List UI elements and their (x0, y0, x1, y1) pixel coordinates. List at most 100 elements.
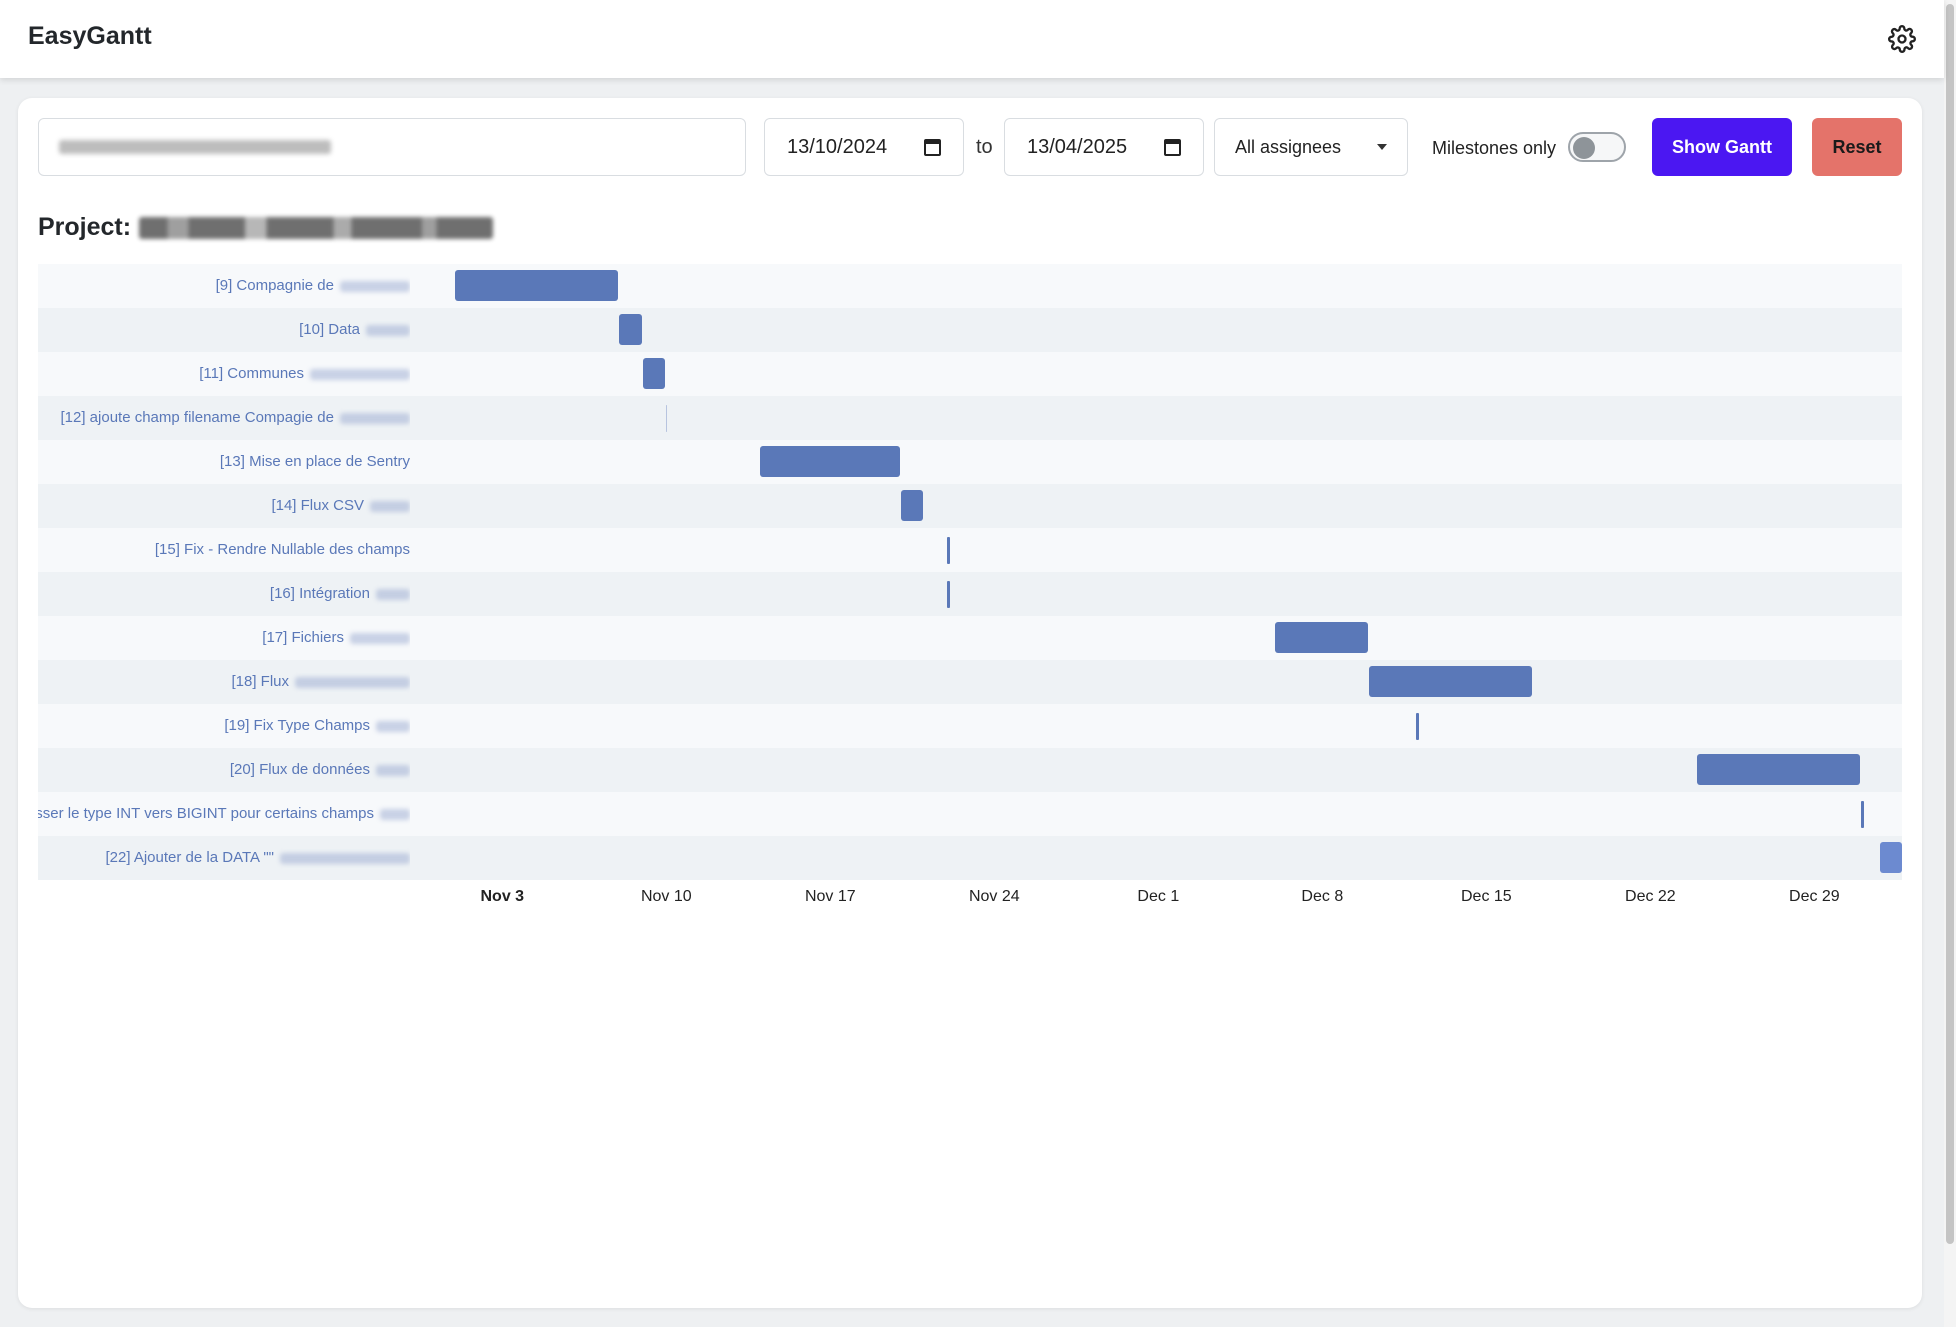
milestones-toggle[interactable] (1568, 132, 1626, 162)
task-label-area: [18] Flux (38, 660, 410, 704)
task-label[interactable]: [14] Flux CSV (271, 484, 410, 528)
task-label[interactable]: [17] Fichiers (262, 616, 410, 660)
milestone-marker[interactable] (1416, 713, 1420, 740)
gantt-row: [14] Flux CSV (38, 484, 1902, 528)
task-bar[interactable] (642, 358, 666, 389)
task-label-redacted (310, 368, 410, 380)
task-label-redacted (366, 324, 410, 336)
task-bar[interactable] (1697, 754, 1861, 785)
date-separator: to (976, 136, 993, 158)
milestone-marker[interactable] (666, 405, 668, 432)
gantt-row: [18] Flux (38, 660, 1902, 704)
assignee-selected: All assignees (1235, 136, 1342, 157)
search-redacted-text (59, 140, 331, 154)
task-label-area: [13] Mise en place de Sentry (38, 440, 410, 484)
date-to-input[interactable]: 13/04/2025 (1004, 118, 1204, 176)
axis-tick-label: Dec 8 (1301, 888, 1344, 905)
page-scrollbar[interactable] (1944, 0, 1956, 1327)
task-label-redacted (376, 720, 410, 732)
task-label[interactable]: [21] Passer le type INT vers BIGINT pour… (38, 792, 410, 836)
task-label-redacted (370, 500, 410, 512)
axis-tick-label: Nov 3 (480, 888, 525, 905)
task-bar[interactable] (1369, 666, 1533, 697)
gantt-row: [21] Passer le type INT vers BIGINT pour… (38, 792, 1902, 836)
task-bar[interactable] (760, 446, 900, 477)
task-label-redacted (340, 280, 410, 292)
assignee-select[interactable]: All assignees (1214, 118, 1408, 176)
task-label-text: [19] Fix Type Champs (224, 717, 370, 734)
gantt-row: [9] Compagnie de (38, 264, 1902, 308)
task-label-redacted (295, 676, 410, 688)
task-label-text: [11] Communes (199, 365, 304, 382)
task-label[interactable]: [10] Data (299, 308, 410, 352)
task-label-text: [10] Data (299, 321, 360, 338)
gantt-row: [11] Communes (38, 352, 1902, 396)
task-label[interactable]: [13] Mise en place de Sentry (220, 440, 410, 484)
task-label-text: [13] Mise en place de Sentry (219, 453, 410, 470)
gantt-row: [13] Mise en place de Sentry (38, 440, 1902, 484)
task-label[interactable]: [9] Compagnie de (216, 264, 410, 308)
gantt-row: [15] Fix - Rendre Nullable des champs (38, 528, 1902, 572)
task-label[interactable]: [16] Intégration (270, 572, 410, 616)
gantt-time-axis: Nov 3 Nov 10 Nov 17 Nov 24 Dec 1 Dec 8 Dec 15 D… (38, 888, 1902, 918)
task-label-text: [18] Flux (231, 673, 289, 690)
task-label-redacted (280, 852, 410, 864)
task-label[interactable]: [22] Ajouter de la DATA "" (105, 836, 410, 880)
app-title: EasyGantt (28, 22, 152, 50)
gear-icon[interactable] (1888, 25, 1916, 53)
show-gantt-button[interactable]: Show Gantt (1652, 118, 1792, 176)
axis-tick-label: Dec 15 (1460, 888, 1512, 905)
task-label-area: [21] Passer le type INT vers BIGINT pour… (38, 792, 410, 836)
axis-tick-label: Dec 29 (1789, 888, 1840, 905)
milestone-marker[interactable] (947, 581, 951, 608)
task-label-area: [19] Fix Type Champs (38, 704, 410, 748)
task-label-text: [17] Fichiers (262, 629, 344, 646)
task-bar[interactable] (455, 270, 619, 301)
axis-tick-label: Dec 1 (1137, 888, 1180, 905)
gantt-row: [19] Fix Type Champs (38, 704, 1902, 748)
project-search-input[interactable] (38, 118, 746, 176)
task-label-area: [22] Ajouter de la DATA "" (38, 836, 410, 880)
task-label[interactable]: [12] ajoute champ filename Compagie de (60, 396, 410, 440)
task-label-redacted (376, 764, 410, 776)
calendar-icon[interactable] (924, 138, 941, 156)
task-label-text: [20] Flux de données (229, 761, 370, 778)
main-card: 13/10/2024 to 13/04/2025 All assignees M… (18, 98, 1922, 1308)
gantt-row: [20] Flux de données (38, 748, 1902, 792)
task-label-redacted (340, 412, 410, 424)
project-name-redacted (139, 216, 494, 239)
task-label-area: [16] Intégration (38, 572, 410, 616)
task-label-text: [12] ajoute champ filename Compagie de (60, 409, 334, 426)
task-bar[interactable] (1275, 622, 1369, 653)
date-to-value: 13/04/2025 (1027, 135, 1128, 158)
milestone-marker[interactable] (1861, 801, 1865, 828)
task-label-area: [10] Data (38, 308, 410, 352)
milestone-marker[interactable] (947, 537, 951, 564)
task-bar[interactable] (1880, 842, 1902, 873)
axis-tick-label: Nov 10 (640, 888, 692, 905)
task-label-text: [15] Fix - Rendre Nullable des champs (154, 541, 410, 558)
axis-tick-label: Nov 24 (968, 888, 1020, 905)
reset-button[interactable]: Reset (1812, 118, 1902, 176)
task-label-area: [14] Flux CSV (38, 484, 410, 528)
task-label-area: [20] Flux de données (38, 748, 410, 792)
task-label-area: [17] Fichiers (38, 616, 410, 660)
task-label[interactable]: [15] Fix - Rendre Nullable des champs (155, 528, 410, 572)
project-label: Project: (38, 213, 132, 241)
calendar-icon[interactable] (1164, 138, 1181, 156)
task-label[interactable]: [18] Flux (231, 660, 410, 704)
gantt-row: [16] Intégration (38, 572, 1902, 616)
task-label[interactable]: [11] Communes (199, 352, 410, 396)
date-from-input[interactable]: 13/10/2024 (764, 118, 964, 176)
task-label-redacted (380, 808, 410, 820)
axis-tick-label: Dec 22 (1625, 888, 1676, 905)
task-bar[interactable] (619, 314, 642, 345)
task-label[interactable]: [20] Flux de données (230, 748, 410, 792)
task-label[interactable]: [19] Fix Type Champs (224, 704, 410, 748)
task-label-text: [22] Ajouter de la DATA "" (105, 849, 274, 866)
task-label-text: [21] Passer le type INT vers BIGINT pour… (38, 805, 374, 822)
task-label-area: [15] Fix - Rendre Nullable des champs (38, 528, 410, 572)
task-label-redacted (376, 588, 410, 600)
scrollbar-thumb[interactable] (1946, 4, 1954, 1244)
task-bar[interactable] (900, 490, 924, 521)
